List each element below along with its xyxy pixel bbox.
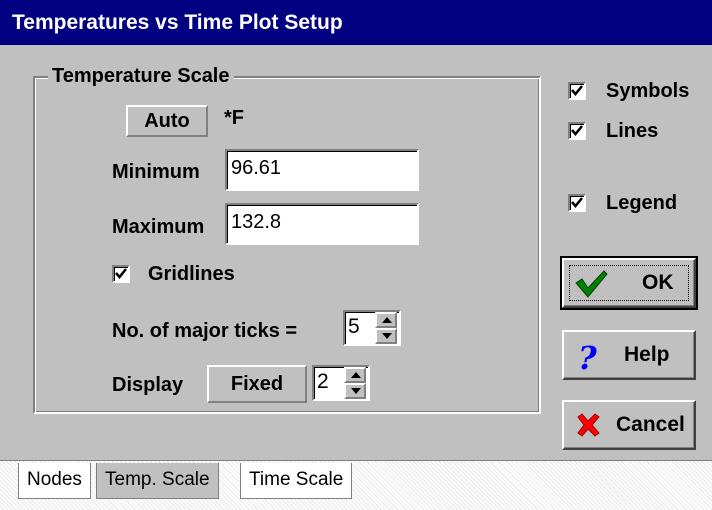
minimum-value: 96.61 (231, 157, 282, 179)
major-ticks-spinner[interactable] (375, 312, 397, 344)
ok-button-label: OK (642, 271, 674, 294)
down-arrow-icon (382, 333, 392, 339)
decimals-value: 2 (317, 370, 329, 393)
checkmark-icon (571, 197, 583, 208)
gridlines-label: Gridlines (148, 263, 235, 285)
help-button[interactable]: ? Help (562, 330, 696, 380)
cancel-button-label: Cancel (616, 413, 685, 436)
spin-down-button[interactable] (375, 328, 397, 344)
auto-button[interactable]: Auto (126, 105, 208, 137)
lines-label: Lines (606, 120, 659, 142)
checkmark-icon (115, 268, 127, 279)
spin-up-button[interactable] (375, 312, 397, 328)
maximum-label: Maximum (112, 216, 205, 238)
major-ticks-label: No. of major ticks = (112, 320, 298, 342)
display-label: Display (112, 374, 184, 396)
tab-time-scale[interactable]: Time Scale (240, 463, 353, 499)
title-bar[interactable]: Temperatures vs Time Plot Setup (0, 0, 712, 45)
auto-button-label: Auto (144, 109, 190, 132)
up-arrow-icon (382, 317, 392, 323)
window-title: Temperatures vs Time Plot Setup (12, 11, 343, 34)
major-ticks-value: 5 (348, 315, 360, 338)
symbols-label: Symbols (606, 80, 690, 102)
tab-temp-scale[interactable]: Temp. Scale (96, 463, 219, 499)
tab-nodes[interactable]: Nodes (18, 463, 91, 499)
legend-label: Legend (606, 192, 678, 214)
decimals-spinner[interactable] (344, 367, 366, 399)
lines-checkbox[interactable] (568, 122, 586, 140)
maximum-value: 132.8 (231, 211, 282, 233)
blue-question-mark-icon: ? (578, 341, 597, 373)
unit-label: *F (224, 107, 244, 129)
display-mode-button[interactable]: Fixed (207, 365, 307, 403)
tab-temp-scale-label: Temp. Scale (105, 469, 210, 490)
gridlines-checkbox[interactable] (112, 265, 130, 283)
tab-time-scale-label: Time Scale (249, 469, 344, 490)
minimum-label: Minimum (112, 161, 200, 183)
spin-down-button[interactable] (344, 383, 366, 399)
symbols-checkbox[interactable] (568, 82, 586, 100)
red-x-icon (577, 413, 600, 437)
temperature-scale-group-label: Temperature Scale (48, 64, 234, 88)
up-arrow-icon (351, 372, 361, 378)
legend-checkbox[interactable] (568, 194, 586, 212)
green-checkmark-icon (575, 270, 608, 298)
cancel-button[interactable]: Cancel (562, 400, 696, 450)
maximum-input[interactable]: 132.8 (225, 203, 419, 245)
minimum-input[interactable]: 96.61 (225, 149, 419, 191)
display-mode-label: Fixed (230, 372, 284, 395)
checkmark-icon (571, 125, 583, 136)
down-arrow-icon (351, 388, 361, 394)
temperature-scale-group (33, 76, 541, 414)
checkmark-icon (571, 85, 583, 96)
tab-nodes-label: Nodes (27, 469, 82, 490)
help-button-label: Help (624, 343, 670, 366)
ok-button[interactable]: OK (560, 256, 698, 310)
dialog-window: Temperatures vs Time Plot Setup Temperat… (0, 0, 712, 510)
spin-up-button[interactable] (344, 367, 366, 383)
svg-text:?: ? (578, 341, 597, 373)
